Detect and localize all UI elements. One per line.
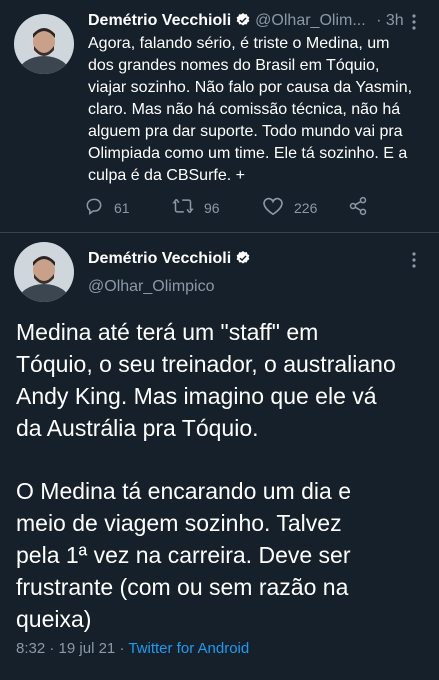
text-line: dos grandes nomes do Brasil em Tóquio, (88, 57, 380, 74)
avatar-reply-tweet[interactable] (14, 14, 74, 74)
author-name[interactable]: Demétrio Vecchioli (88, 250, 231, 267)
retweet-button[interactable]: 96 (172, 196, 220, 219)
like-count: 226 (294, 199, 318, 216)
verified-badge-icon (235, 12, 251, 33)
tweet-source-link[interactable]: Twitter for Android (128, 640, 249, 657)
text-line: Andy King. Mas imagino que ele vá (16, 383, 377, 409)
text-line: viajar sozinho. Não falo por causa da Ya… (88, 79, 413, 96)
author-handle[interactable]: @Olhar_Olim... (255, 12, 365, 29)
avatar-main-tweet[interactable] (14, 242, 74, 302)
main-tweet-paragraph-1: Medina até terá um "staff" em Tóquio, o … (16, 316, 426, 444)
text-line: queixa) (16, 606, 92, 632)
text-line: O Medina tá encarando um dia e (16, 478, 351, 504)
reply-button[interactable]: 61 (84, 196, 130, 219)
separator-dot: · (49, 640, 55, 657)
reply-icon (84, 196, 114, 219)
tweet-date[interactable]: 19 jul 21 (59, 640, 116, 657)
retweet-count: 96 (204, 199, 220, 216)
tweet-divider (0, 232, 439, 233)
text-line: pela 1ª vez na carreira. Deve ser (16, 542, 351, 568)
like-button[interactable]: 226 (262, 196, 317, 219)
separator-dot: · (119, 640, 125, 657)
main-tweet-author: Demétrio Vecchioli (88, 250, 255, 271)
reply-tweet-header: Demétrio Vecchioli @Olhar_Olim... · 3h (88, 12, 404, 33)
more-options-icon[interactable] (410, 252, 418, 273)
tweet-time[interactable]: 3h (386, 12, 404, 29)
main-tweet-paragraph-2: O Medina tá encarando um dia e meio de v… (16, 475, 426, 635)
retweet-icon (172, 196, 204, 219)
text-line: alguem pra dar suporte. Todo mundo vai p… (88, 123, 403, 140)
text-line: Medina até terá um "staff" em (16, 319, 319, 345)
main-tweet-handle[interactable]: @Olhar_Olimpico (88, 278, 215, 296)
tweet-time[interactable]: 8:32 (16, 640, 45, 657)
heart-icon (262, 196, 294, 219)
share-button[interactable] (348, 196, 378, 219)
text-line: meio de viagem sozinho. Talvez (16, 510, 342, 536)
text-line: frustrante (com ou sem razão na (16, 574, 349, 600)
text-line: Tóquio, o seu treinador, o australiano (16, 351, 396, 377)
text-line: Olimpiada como um time. Ele tá sozinho. … (88, 145, 408, 162)
text-line: claro. Mas não há comissão técnica, não … (88, 101, 401, 118)
text-line: da Austrália pra Tóquio. (16, 415, 259, 441)
author-name[interactable]: Demétrio Vecchioli (88, 12, 231, 29)
reply-count: 61 (114, 199, 130, 216)
text-line: Agora, falando sério, é triste o Medina,… (88, 35, 390, 52)
separator-dot: · (376, 12, 382, 29)
text-line: culpa é da CBSurfe. + (88, 167, 245, 184)
tweet-actions: 61 96 226 (84, 196, 414, 218)
share-icon (348, 196, 378, 219)
verified-badge-icon (235, 250, 251, 271)
reply-tweet-text: Agora, falando sério, é triste o Medina,… (88, 33, 433, 187)
tweet-metadata: 8:32 · 19 jul 21 · Twitter for Android (16, 640, 249, 657)
more-options-icon[interactable] (410, 14, 418, 35)
